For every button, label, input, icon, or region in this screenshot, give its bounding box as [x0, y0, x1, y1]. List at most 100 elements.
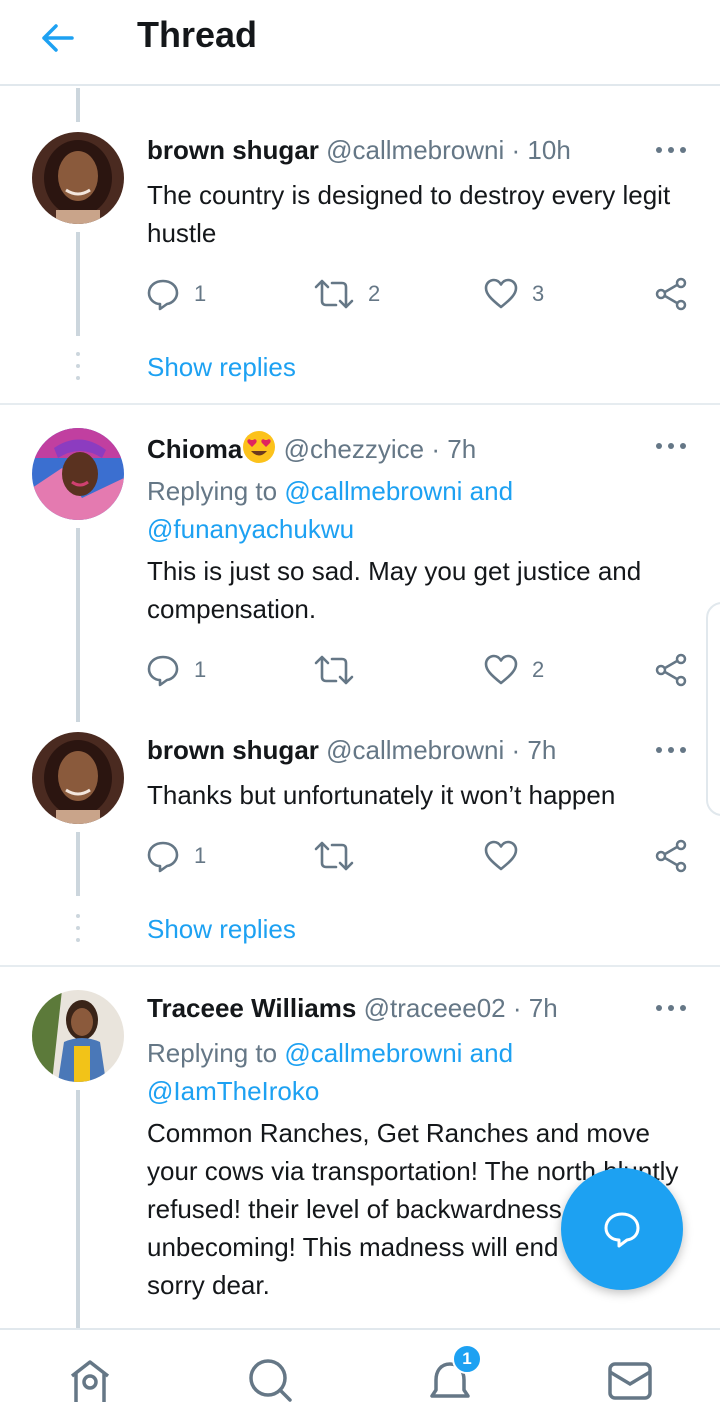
author-name[interactable]: Chioma — [147, 434, 242, 464]
replying-to: Replying to @callmebrowni and @IamTheIro… — [147, 1034, 697, 1110]
tweet-actions: 1 2 3 — [146, 276, 691, 312]
reply-icon — [147, 655, 179, 687]
reply-count: 1 — [194, 657, 207, 682]
author-handle[interactable]: @callmebrowni — [326, 735, 504, 765]
reply-count: 1 — [194, 281, 207, 306]
replying-to-label: Replying to — [147, 476, 278, 506]
heart-icon — [484, 278, 518, 309]
messages-icon — [608, 1362, 652, 1400]
nav-search[interactable] — [246, 1358, 294, 1402]
thread-dots — [74, 352, 82, 388]
back-button[interactable] — [36, 18, 80, 58]
replying-to: Replying to @callmebrowni and @funanyach… — [147, 472, 697, 548]
tweet-time: 7h — [447, 434, 477, 464]
more-horizontal-icon — [656, 1005, 686, 1011]
share-icon — [655, 839, 687, 873]
compose-reply-button[interactable] — [561, 1168, 683, 1290]
reply-count: 1 — [194, 843, 207, 868]
more-options-button[interactable] — [654, 999, 688, 1017]
avatar-image — [32, 132, 124, 224]
retweet-icon — [314, 655, 354, 685]
home-icon — [70, 1360, 110, 1402]
reply-action[interactable]: 1 — [146, 276, 206, 312]
heart-eyes-emoji-icon — [243, 431, 276, 463]
author-handle[interactable]: @traceee02 — [364, 993, 506, 1023]
more-options-button[interactable] — [654, 437, 688, 455]
tweet-header: brown shugar @callmebrowni · 7h — [147, 734, 556, 766]
reply-action[interactable]: 1 — [146, 652, 206, 688]
page-title: Thread — [137, 14, 258, 55]
avatar[interactable] — [32, 428, 124, 520]
avatar-image — [32, 990, 124, 1082]
bottom-navigation — [0, 1328, 720, 1402]
reply-icon — [147, 841, 179, 873]
mention-link[interactable]: @funanyachukwu — [147, 514, 354, 544]
search-icon — [249, 1359, 292, 1402]
share-icon — [655, 277, 687, 311]
separator-dot: · — [511, 135, 521, 165]
edge-panel-handle[interactable] — [706, 602, 720, 816]
share-icon — [655, 653, 687, 687]
thread-line — [76, 1090, 80, 1328]
reply-icon — [147, 279, 179, 311]
author-handle[interactable]: @chezzyice — [284, 434, 425, 464]
top-app-bar: Thread — [0, 0, 720, 86]
thread-line — [76, 528, 80, 722]
nav-home[interactable] — [66, 1358, 114, 1402]
tweet-header: Traceee Williams @traceee02 · 7h — [147, 992, 558, 1024]
more-horizontal-icon — [656, 747, 686, 753]
tweet-header: Chioma @chezzyice · 7h — [147, 430, 476, 465]
tweet-text: Thanks but unfortunately it won’t happen — [147, 780, 616, 810]
author-name[interactable]: brown shugar — [147, 735, 319, 765]
replying-to-label: Replying to — [147, 1038, 278, 1068]
tweet-actions: 1 — [146, 838, 691, 874]
author-name[interactable]: brown shugar — [147, 135, 319, 165]
avatar[interactable] — [32, 990, 124, 1082]
separator-dot: · — [511, 735, 521, 765]
retweet-icon — [314, 279, 354, 309]
like-action[interactable] — [484, 838, 532, 874]
show-replies-link[interactable]: Show replies — [147, 914, 296, 945]
author-name[interactable]: Traceee Williams — [147, 993, 356, 1023]
retweet-action[interactable] — [314, 652, 368, 688]
thread-line — [76, 832, 80, 896]
mention-link[interactable]: @IamTheIroko — [147, 1076, 319, 1106]
reply-action[interactable]: 1 — [146, 838, 206, 874]
nav-messages[interactable] — [606, 1358, 654, 1402]
tweet-text: This is just so sad. May you get justice… — [147, 556, 642, 624]
avatar[interactable] — [32, 132, 124, 224]
retweet-count: 2 — [368, 281, 381, 306]
more-options-button[interactable] — [654, 141, 688, 159]
mention-link[interactable]: @callmebrowni and — [284, 476, 513, 506]
arrow-left-icon — [42, 24, 74, 52]
divider — [0, 403, 720, 405]
thread-line — [76, 232, 80, 336]
heart-icon — [484, 654, 518, 685]
divider — [0, 965, 720, 967]
like-action[interactable]: 3 — [484, 276, 544, 312]
share-action[interactable] — [654, 838, 688, 874]
tweet-time: 7h — [528, 993, 558, 1023]
retweet-action[interactable]: 2 — [314, 276, 380, 312]
like-count: 2 — [532, 657, 545, 682]
tweet-header: brown shugar @callmebrowni · 10h — [147, 134, 571, 166]
more-horizontal-icon — [656, 147, 686, 153]
thread-dots — [74, 914, 82, 950]
tweet-time: 7h — [527, 735, 557, 765]
show-replies-link[interactable]: Show replies — [147, 352, 296, 383]
compose-reply-icon — [604, 1212, 640, 1248]
avatar[interactable] — [32, 732, 124, 824]
retweet-action[interactable] — [314, 838, 368, 874]
author-handle[interactable]: @callmebrowni — [326, 135, 504, 165]
share-action[interactable] — [654, 652, 688, 688]
share-action[interactable] — [654, 276, 688, 312]
avatar-image — [32, 428, 124, 520]
separator-dot: · — [512, 993, 522, 1023]
like-action[interactable]: 2 — [484, 652, 544, 688]
more-options-button[interactable] — [654, 741, 688, 759]
mention-link[interactable]: @callmebrowni and — [284, 1038, 513, 1068]
notification-badge: 1 — [452, 1344, 482, 1374]
tweet-actions: 1 2 — [146, 652, 691, 688]
heart-icon — [484, 840, 518, 871]
more-horizontal-icon — [656, 443, 686, 449]
